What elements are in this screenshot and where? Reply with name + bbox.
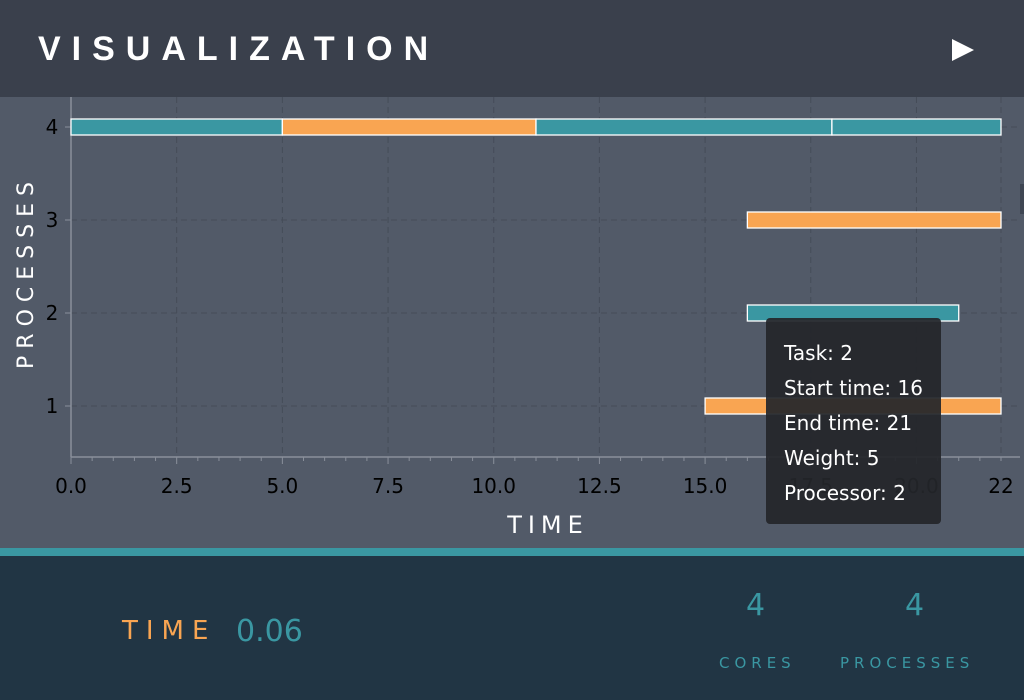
task-tooltip: Task: 2 Start time: 16 End time: 21 Weig… [766, 318, 941, 524]
tooltip-processor: Processor: 2 [784, 481, 906, 505]
y-tick-label: 3 [46, 208, 59, 232]
page-title: VISUALIZATION [38, 30, 440, 68]
y-axis-title: PROCESSES [14, 175, 39, 369]
task-bar [281, 118, 537, 136]
processes-value: 4 [905, 588, 925, 623]
tooltip-weight: Weight: 5 [784, 446, 880, 470]
tooltip-end-time: End time: 21 [784, 411, 913, 435]
cores-value: 4 [746, 588, 766, 623]
y-tick-label: 2 [46, 301, 59, 325]
cores-label: CORES [719, 654, 796, 672]
time-label: TIME [122, 616, 217, 646]
play-icon [952, 39, 974, 61]
processes-label: PROCESSES [840, 654, 975, 672]
header-bar: VISUALIZATION [0, 0, 1024, 97]
task-bar [746, 211, 1002, 229]
tooltip-start-time: Start time: 16 [784, 376, 923, 400]
task-bar [70, 118, 284, 136]
x-tick-label: 22 [988, 474, 1013, 498]
x-tick-label: 7.5 [372, 474, 404, 498]
x-tick-label: 5.0 [266, 474, 298, 498]
y-tick-label: 4 [46, 115, 59, 139]
x-tick-label: 10.0 [471, 474, 516, 498]
x-tick-label: 0.0 [55, 474, 87, 498]
task-bar [831, 118, 1002, 136]
x-tick-label: 15.0 [683, 474, 728, 498]
time-value: 0.06 [236, 614, 303, 649]
stats-footer: TIME 0.06 4 CORES 4 PROCESSES [0, 556, 1024, 700]
x-tick-label: 2.5 [161, 474, 193, 498]
scroll-edge[interactable] [1020, 184, 1024, 214]
y-tick-label: 1 [46, 394, 59, 418]
tooltip-task: Task: 2 [784, 341, 853, 365]
x-tick-label: 12.5 [577, 474, 622, 498]
footer-divider [0, 548, 1024, 556]
task-bar [535, 118, 833, 136]
x-axis-title: TIME [506, 511, 589, 539]
play-button[interactable] [940, 30, 984, 70]
